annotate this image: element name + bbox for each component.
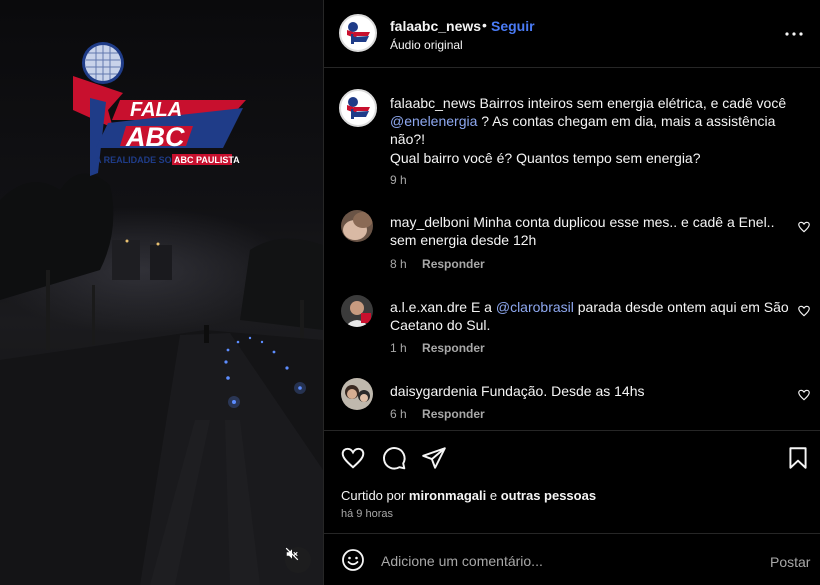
liked-by-others[interactable]: outras pessoas <box>501 488 596 503</box>
comment-body: E a <box>467 299 496 315</box>
avatar-photo <box>341 295 373 327</box>
comment-text: a.l.e.xan.dre E a @clarobrasil parada de… <box>390 298 790 334</box>
caption-username[interactable]: falaabc_news <box>390 95 476 111</box>
caption-body-1: Bairros inteiros sem energia elétrica, e… <box>475 95 787 111</box>
liked-by-user[interactable]: mironmagali <box>409 488 486 503</box>
fala-abc-logo: FALA ABC A REALIDADE SOBRE ABC PAULISTA <box>73 42 246 176</box>
more-options-icon[interactable] <box>782 22 806 46</box>
comment-body-2: Caetano do Sul. <box>390 317 491 333</box>
liked-by-text: Curtido por mironmagali e outras pessoas <box>341 488 596 503</box>
comment-meta: 1 h Responder <box>390 341 485 355</box>
bookmark-icon[interactable] <box>785 445 811 471</box>
comment-body-cont: parada desde ontem aqui em São <box>573 299 789 315</box>
heart-icon[interactable] <box>797 220 811 234</box>
heart-icon[interactable] <box>797 388 811 402</box>
fala-abc-avatar-logo <box>347 97 370 119</box>
post-media[interactable]: FALA ABC A REALIDADE SOBRE ABC PAULISTA <box>0 0 323 585</box>
comment-text: daisygardenia Fundação. Desde as 14hs <box>390 382 790 400</box>
separator-dot: • <box>482 17 487 33</box>
action-bar: Curtido por mironmagali e outras pessoas… <box>324 430 820 530</box>
heart-icon[interactable] <box>797 304 811 318</box>
reply-button[interactable]: Responder <box>422 341 485 355</box>
caption-mention[interactable]: @enelenergia <box>390 113 477 129</box>
post-header: falaabc_news • Seguir Áudio original <box>324 0 820 68</box>
comments-section[interactable]: falaabc_news Bairros inteiros sem energi… <box>324 69 820 429</box>
share-icon[interactable] <box>421 445 447 471</box>
author-avatar[interactable] <box>339 14 377 52</box>
comment-time: 1 h <box>390 341 407 355</box>
follow-button[interactable]: Seguir <box>491 18 535 34</box>
author-username[interactable]: falaabc_news <box>390 18 481 34</box>
comment-body-2: sem energia desde 12h <box>390 232 537 248</box>
comment-username[interactable]: may_delboni <box>390 214 469 230</box>
comment-username[interactable]: daisygardenia <box>390 383 477 399</box>
liked-by-prefix: Curtido por <box>341 488 409 503</box>
reply-button[interactable]: Responder <box>422 257 485 271</box>
commenter-avatar[interactable] <box>341 210 373 242</box>
comment-username[interactable]: a.l.e.xan.dre <box>390 299 467 315</box>
reply-button[interactable]: Responder <box>422 407 485 421</box>
comment-body: Minha conta duplicou esse mes.. e cadê a… <box>469 214 775 230</box>
logo-tagline-highlight: ABC PAULISTA <box>174 155 240 165</box>
post-time[interactable]: há 9 horas <box>341 508 393 520</box>
add-comment-bar: Postar <box>324 533 820 585</box>
comment-time: 8 h <box>390 257 407 271</box>
avatar-photo <box>341 210 373 242</box>
comment-meta: 6 h Responder <box>390 407 485 421</box>
audio-label[interactable]: Áudio original <box>390 38 463 52</box>
caption-avatar[interactable] <box>339 89 377 127</box>
liked-by-and: e <box>486 488 501 503</box>
comment-icon[interactable] <box>381 445 407 471</box>
heart-icon[interactable] <box>340 445 366 471</box>
emoji-icon[interactable] <box>341 548 365 572</box>
comment-input[interactable] <box>381 550 741 572</box>
comment-text: may_delboni Minha conta duplicou esse me… <box>390 213 790 249</box>
caption-text: falaabc_news Bairros inteiros sem energi… <box>390 94 810 148</box>
commenter-avatar[interactable] <box>341 378 373 410</box>
commenter-avatar[interactable] <box>341 295 373 327</box>
comment-mention[interactable]: @clarobrasil <box>496 299 574 315</box>
muted-speaker-icon <box>285 547 299 561</box>
caption-paragraph-2: Qual bairro você é? Quantos tempo sem en… <box>390 150 701 166</box>
comment-meta: 8 h Responder <box>390 257 485 271</box>
fala-abc-avatar-logo <box>347 22 370 44</box>
comment-time: 6 h <box>390 407 407 421</box>
post-sidebar: falaabc_news • Seguir Áudio original fal… <box>323 0 820 585</box>
caption-timestamp: 9 h <box>390 173 407 187</box>
mute-button[interactable] <box>285 547 311 573</box>
caption-time: 9 h <box>390 173 407 187</box>
post-comment-button[interactable]: Postar <box>770 554 810 570</box>
logo-line1: FALA <box>130 99 182 121</box>
comment-body: Fundação. Desde as 14hs <box>477 383 645 399</box>
avatar-photo <box>341 378 373 410</box>
logo-line2: ABC <box>125 122 185 152</box>
